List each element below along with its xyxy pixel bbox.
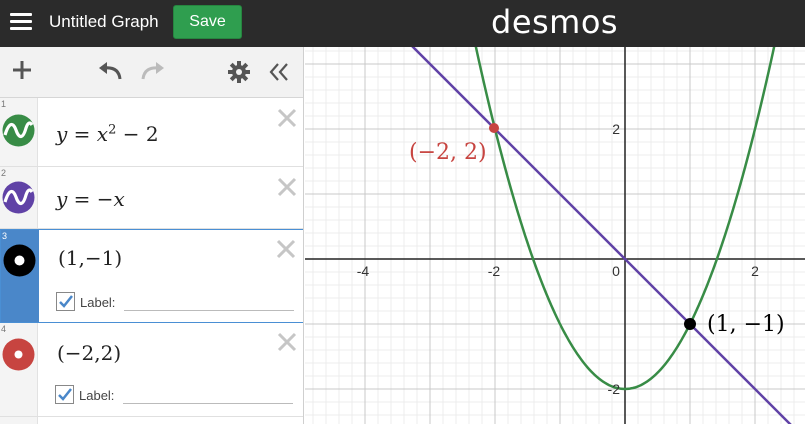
point-marker[interactable] [489, 123, 499, 133]
expression-index: 2 [1, 168, 7, 178]
label-option: Label: [56, 292, 296, 312]
x-tick-label: -2 [488, 263, 501, 279]
x-tick-label: -4 [357, 263, 370, 279]
close-icon[interactable] [276, 176, 298, 198]
point-icon[interactable] [3, 244, 36, 277]
plus-icon[interactable] [11, 59, 33, 85]
expression-gutter: 3 [1, 230, 39, 322]
label-checkbox[interactable] [55, 385, 74, 404]
expression-math[interactable]: (1,−1) [58, 246, 122, 270]
major-grid [305, 47, 805, 424]
minor-grid [305, 47, 805, 424]
label-option: Label: [55, 385, 295, 405]
expression-row-next[interactable] [0, 417, 303, 424]
parabola-curve[interactable] [305, 47, 805, 391]
redo-icon[interactable] [139, 61, 165, 87]
desmos-app: Untitled Graph Save desmos 1 y = x2 − 2 … [0, 0, 805, 424]
expression-index: 4 [1, 324, 7, 334]
line-curve[interactable] [305, 47, 805, 424]
label-text: Label: [79, 388, 115, 403]
collapse-panel-icon[interactable] [268, 62, 290, 88]
point-marker[interactable] [684, 318, 696, 330]
y-tick-label: -2 [608, 381, 621, 397]
close-icon[interactable] [276, 331, 298, 353]
undo-icon[interactable] [98, 61, 124, 87]
graph-canvas[interactable]: -4 -2 0 2 2 -2 (−2, 2) (1, −1) [305, 47, 805, 424]
gear-icon[interactable] [228, 61, 250, 87]
expression-math[interactable]: y = −x [56, 187, 125, 211]
parabola-curve-icon[interactable] [2, 114, 35, 147]
point-label: (1, −1) [707, 312, 785, 337]
save-button[interactable]: Save [173, 5, 242, 39]
label-input[interactable] [124, 292, 294, 311]
graph-paper[interactable]: -4 -2 0 2 2 -2 (−2, 2) (1, −1) [305, 47, 805, 424]
curve-icon[interactable] [2, 181, 35, 214]
point-label: (−2, 2) [409, 140, 487, 165]
expression-math[interactable]: (−2,2) [57, 341, 121, 365]
axes [305, 47, 805, 424]
close-icon[interactable] [276, 107, 298, 129]
expression-math[interactable]: y = x2 − 2 [56, 122, 159, 146]
menu-icon[interactable] [10, 13, 32, 31]
graph-title[interactable]: Untitled Graph [49, 12, 159, 32]
expression-gutter: 1 [0, 98, 38, 166]
y-tick-label: 2 [612, 121, 620, 137]
desmos-logo: desmos [491, 3, 619, 41]
x-tick-label: 2 [751, 263, 759, 279]
expression-toolbar [0, 47, 303, 98]
top-bar: Untitled Graph Save desmos [0, 0, 805, 47]
expression-row[interactable]: 2 y = −x [0, 167, 303, 229]
expression-gutter: 4 [0, 323, 38, 416]
expression-gutter: 2 [0, 167, 38, 228]
label-checkbox[interactable] [56, 292, 75, 311]
expression-row-selected[interactable]: 3 (1,−1) Label: [0, 229, 303, 323]
expression-gutter [0, 417, 38, 424]
x-tick-label: 0 [612, 263, 620, 279]
expression-row[interactable]: 4 (−2,2) Label: [0, 323, 303, 417]
label-text: Label: [80, 295, 116, 310]
label-input[interactable] [123, 385, 293, 404]
expression-row[interactable]: 1 y = x2 − 2 [0, 98, 303, 167]
close-icon[interactable] [275, 238, 297, 260]
expression-panel: 1 y = x2 − 2 2 y = −x 3 (1,−1) Label: 4 … [0, 47, 304, 424]
expression-index: 1 [1, 99, 7, 109]
point-icon[interactable] [2, 338, 35, 371]
expression-index: 3 [2, 231, 8, 241]
